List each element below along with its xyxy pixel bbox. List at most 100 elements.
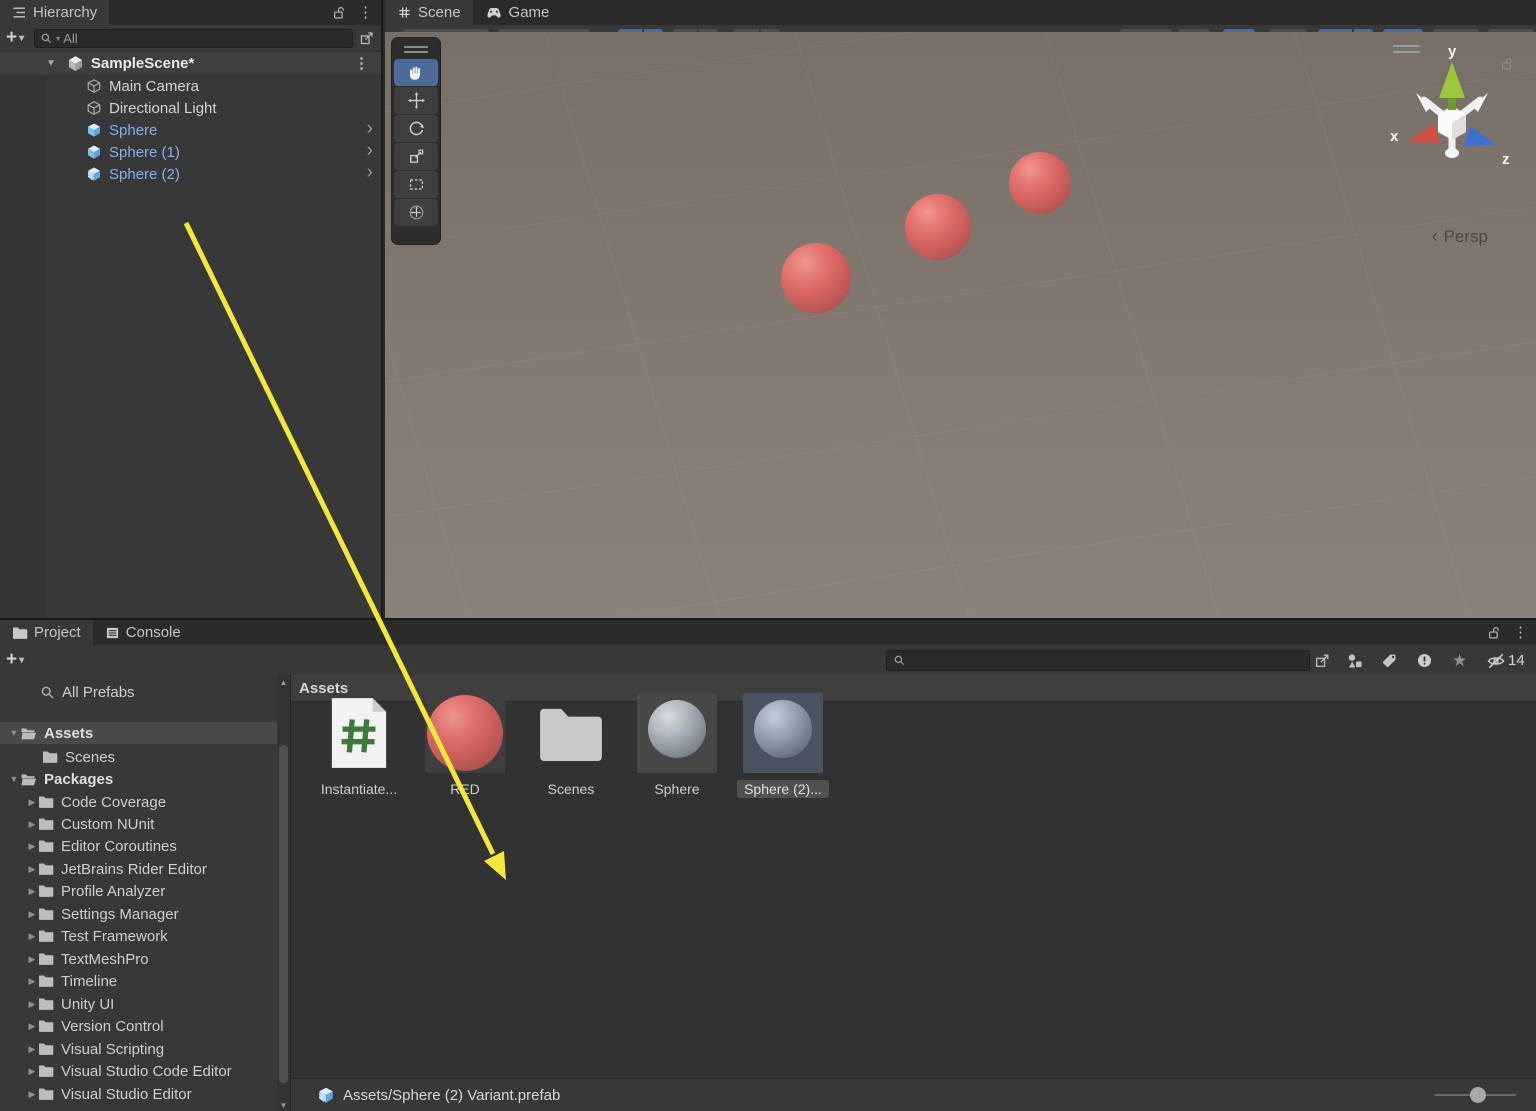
rotate-tool[interactable] [394,115,438,142]
hierarchy-item-directional-light[interactable]: Directional Light [0,97,381,119]
asset-browser: Assets Instantiate... RED Scenes [290,675,1536,1080]
tree-item-package[interactable]: ▶Test Framework [0,925,277,947]
search-by-importlog-icon[interactable] [1416,650,1433,671]
tree-item-assets[interactable]: ▼ Assets [0,722,277,744]
search-icon [893,654,906,667]
asset-sphere-prefab[interactable] [637,693,717,773]
scene-root-row[interactable]: ▼ SampleScene* ⋮ [0,52,381,75]
hierarchy-search-input[interactable] [63,31,347,46]
folder-icon [12,626,28,640]
scene-sphere-object[interactable] [905,194,971,260]
foldout-icon[interactable]: ▼ [8,728,20,738]
chevron-right-icon[interactable]: › [367,141,373,160]
item-label: Directional Light [109,100,217,117]
scale-tool[interactable] [394,143,438,170]
folder-open-icon [20,726,37,741]
projection-toggle[interactable]: ‹ Persp [1432,226,1488,247]
search-filter-caret-icon[interactable]: ▾ [56,34,60,43]
search-by-type-icon[interactable] [1346,650,1364,671]
tree-item-package[interactable]: ▶Profile Analyzer [0,880,277,902]
rect-tool[interactable] [394,171,438,198]
tree-item-package[interactable]: ▶Custom NUnit [0,813,277,835]
open-search-window-icon[interactable] [359,30,375,46]
project-content: All Models All Prefabs ▼ Assets [0,675,1536,1111]
hidden-count: 14 [1508,652,1525,669]
create-object-button[interactable]: + ▾ [6,27,24,49]
hierarchy-item-main-camera[interactable]: Main Camera [0,75,381,97]
tree-item-packages[interactable]: ▼ Packages [0,768,277,790]
unity-editor-window: Hierarchy ⋮ + ▾ ▾ [0,0,1536,1111]
tree-scrollbar[interactable]: ▲ ▼ [277,675,290,1111]
lock-icon[interactable] [1487,625,1501,640]
tree-item-package[interactable]: ▶JetBrains Rider Editor [0,858,277,880]
open-search-window-icon[interactable] [1314,650,1331,671]
tree-item-package[interactable]: ▶TextMeshPro [0,948,277,970]
tree-item-package[interactable]: ▶Settings Manager [0,903,277,925]
asset-label: Scenes [519,781,623,797]
tree-item-scenes[interactable]: Scenes [0,746,277,768]
chevron-down-icon: ▾ [19,33,24,44]
tab-game[interactable]: Game [473,0,562,25]
chevron-right-icon[interactable]: › [367,119,373,138]
tree-item-package[interactable]: ▶Code Coverage [0,791,277,813]
foldout-icon[interactable]: ▼ [8,774,20,784]
status-bar: Assets/Sphere (2) Variant.prefab [290,1078,1536,1111]
scroll-down-icon[interactable]: ▼ [277,1101,290,1110]
tree-item-all-prefabs[interactable]: All Prefabs [0,681,277,703]
scene-menu-button[interactable]: ⋮ [352,56,371,71]
project-search[interactable] [886,650,1310,671]
scene-name: SampleScene* [91,55,194,72]
tree-item-package[interactable]: ▶Unity UI [0,993,277,1015]
foldout-icon[interactable]: ▼ [46,58,56,69]
asset-red-material[interactable] [425,693,505,773]
lock-icon[interactable] [332,5,346,20]
game-tab-label: Game [509,4,550,21]
tab-scene[interactable]: Scene [385,0,473,25]
view-hand-tool[interactable] [394,59,438,86]
scrollbar-thumb[interactable] [279,745,288,1083]
tree-item-package[interactable]: ▶Timeline [0,970,277,992]
tree-item-package[interactable]: ▶Visual Studio Editor [0,1083,277,1105]
gizmo-lock-icon[interactable] [1500,56,1514,71]
scene-sphere-object[interactable] [1009,152,1071,214]
favorites-star-icon[interactable]: ★ [1452,650,1467,671]
hierarchy-item-sphere-1[interactable]: Sphere (1) › [0,141,381,163]
tools-overlay [391,37,441,245]
selected-asset-path: Assets/Sphere (2) Variant.prefab [343,1087,560,1104]
gameobject-cube-icon [86,100,102,116]
transform-tool[interactable] [394,199,438,226]
hierarchy-item-sphere[interactable]: Sphere › [0,119,381,141]
scroll-up-icon[interactable]: ▲ [277,678,290,687]
hidden-packages-toggle[interactable]: 14 [1486,650,1525,671]
overlay-drag-handle[interactable] [404,46,428,53]
chevron-right-icon[interactable]: › [367,163,373,182]
item-label: Sphere (2) [109,166,180,183]
tab-hierarchy[interactable]: Hierarchy [0,0,109,25]
prefab-cube-icon [86,122,102,138]
search-by-label-icon[interactable] [1381,650,1398,671]
scene-sphere-object[interactable] [781,243,851,313]
project-folder-tree: All Models All Prefabs ▼ Assets [0,675,290,1111]
asset-scenes-folder[interactable] [531,693,611,773]
hierarchy-menu-button[interactable]: ⋮ [356,5,375,20]
project-search-input[interactable] [906,653,1303,668]
project-menu-button[interactable]: ⋮ [1511,625,1530,640]
item-label: Sphere (1) [109,144,180,161]
thumbnail-size-slider[interactable] [1434,1094,1516,1096]
asset-csharp-script[interactable] [319,693,399,773]
scene-grid-icon [397,5,412,20]
tree-item-package[interactable]: ▶Visual Scripting [0,1038,277,1060]
hierarchy-item-sphere-2[interactable]: Sphere (2) › [0,163,381,185]
tree-item-package[interactable]: ▶Visual Studio Code Editor [0,1060,277,1082]
asset-sphere-2-variant[interactable] [743,693,823,773]
tree-item-package[interactable]: ▶Version Control [0,1015,277,1037]
tab-project[interactable]: Project [0,620,93,645]
tree-item-package[interactable]: ▶Editor Coroutines [0,835,277,857]
slider-thumb[interactable] [1470,1087,1486,1103]
hierarchy-search[interactable]: ▾ [34,29,353,48]
move-tool[interactable] [394,87,438,114]
scene-viewport[interactable]: y x z ‹ Persp [385,32,1536,620]
tab-console[interactable]: Console [93,620,193,645]
create-asset-button[interactable]: + ▾ [6,649,24,671]
search-icon [40,685,55,700]
